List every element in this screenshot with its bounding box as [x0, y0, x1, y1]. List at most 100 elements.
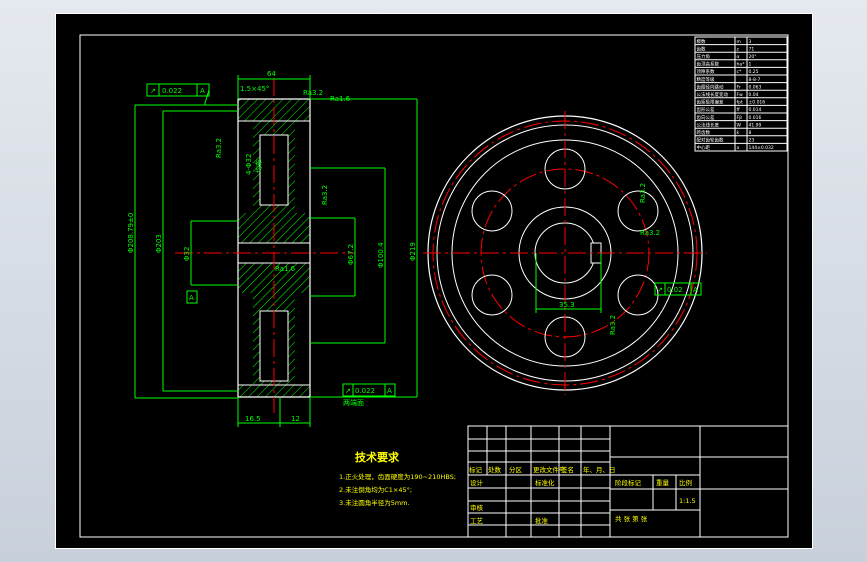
tolerance-value: 0.02 [667, 286, 683, 294]
param-cell: 0.063 [749, 84, 762, 90]
param-cell: α [737, 55, 740, 60]
param-cell: 0.016 [749, 115, 762, 121]
param-cell: 齿圈径向跳动 [697, 83, 724, 90]
param-cell: 精度等级 [697, 76, 715, 83]
param-cell: 跨齿数 [697, 129, 711, 136]
param-cell: Fβ [737, 115, 743, 121]
bottom-dim-left: 16.5 [245, 415, 261, 423]
param-cell: Fw [737, 92, 744, 98]
param-cell: ha* [737, 62, 746, 68]
outer-dim-right: Φ219 [409, 242, 417, 261]
scale-value: 1:1.5 [679, 497, 696, 505]
web-note: Ra3.2 [215, 138, 223, 158]
top-width-dim: 64 [267, 70, 276, 78]
outer-dim-2: Φ203 [155, 234, 163, 253]
chamfer-note: 1.5×45° [240, 85, 269, 93]
roughness-hole: Ra3.2 [639, 183, 647, 203]
param-cell: 3 [749, 39, 752, 45]
hub-dim: Φ67.2 [347, 244, 355, 265]
roughness-side: Ra3.2 [609, 315, 617, 335]
param-cell: 齿数 [697, 45, 706, 52]
tech-req-item-3: 3.未注圆角半径为5mm. [339, 498, 410, 507]
parameter-table: 模数 m 3 齿数 z 71 压力角 α 20° 齿顶高系数 ha* 1 顶隙系数 c* 0.25 精度等级 8… [694, 36, 788, 152]
param-cell: W [737, 122, 742, 128]
param-cell: z [737, 47, 740, 52]
tech-req-item-1: 1.正火处理，齿面硬度为190~210HBS; [339, 472, 456, 481]
param-cell: 0.25 [749, 69, 759, 75]
keyway-dim: 35.3 [559, 301, 575, 309]
param-cell: 公法线长度变动 [697, 91, 729, 98]
approve-label: 批准 [535, 516, 549, 525]
scale-label: 比例 [679, 478, 692, 487]
roughness-key: Ra3.2 [640, 229, 660, 237]
svg-text:↗: ↗ [150, 87, 156, 95]
hole-note: 均布 [254, 159, 263, 173]
param-cell: k [737, 130, 740, 136]
hole-dim: 4-Φ32 [245, 154, 253, 175]
standard-label: 标准化 [535, 478, 555, 487]
title-header-cell: 年、月、日 [583, 465, 616, 474]
technical-requirements: 技术要求 1.正火处理，齿面硬度为190~210HBS; 2.未注倒角均为C1×… [339, 450, 456, 507]
param-cell: c* [737, 69, 742, 75]
param-cell: a [737, 146, 740, 151]
gear-drawing: 64 1.5×45° Ra1.6 Ra3.2 ↗ 0.022 A Φ208.79… [55, 13, 813, 549]
datum-bottom: A [387, 387, 392, 395]
param-cell: 模数 [697, 38, 706, 45]
param-cell: 0.04 [749, 92, 759, 98]
param-cell: 8-8-7 [749, 77, 761, 83]
title-block: 标记 处数 分区 更改文件号签名 年、月、日 设计 标准化 审核 工艺 批准 阶段标记 … [467, 425, 789, 538]
param-cell: 144±0.032 [749, 145, 774, 151]
param-cell: 中心距 [697, 144, 711, 151]
param-cell: 齿距极限偏差 [697, 99, 724, 106]
datum-left: A [200, 87, 205, 95]
bottom-dim-right: 12 [291, 415, 300, 423]
param-cell: 齿形公差 [697, 106, 715, 113]
tech-req-title: 技术要求 [355, 450, 400, 464]
param-cell: 公法线长度 [697, 121, 720, 128]
title-header-cell: 标记 [469, 465, 483, 474]
param-cell: m [737, 40, 741, 45]
svg-text:↗: ↗ [657, 286, 663, 294]
title-header-row: 标记 处数 分区 更改文件号签名 年、月、日 [469, 465, 616, 474]
roughness-top: Ra3.2 [303, 89, 323, 97]
tech-req-item-2: 2.未注倒角均为C1×45°; [339, 485, 412, 494]
bore-dim: Φ32 [183, 247, 191, 261]
title-header-cell: 分区 [509, 465, 523, 474]
param-cell: Fr [737, 84, 741, 90]
hole-pitch-circle [480, 168, 650, 338]
section-view: 64 1.5×45° Ra1.6 Ra3.2 ↗ 0.022 A Φ208.79… [127, 70, 418, 427]
title-header-cell: 处数 [488, 465, 502, 474]
param-cell: 8 [749, 130, 752, 136]
tolerance-datum: A [693, 286, 698, 294]
drawing-canvas[interactable]: 64 1.5×45° Ra1.6 Ra3.2 ↗ 0.022 A Φ208.79… [55, 13, 813, 549]
process-label: 工艺 [470, 517, 484, 525]
review-label: 审核 [470, 503, 484, 512]
stage-label: 阶段标记 [615, 478, 642, 487]
param-cell: 23 [749, 138, 755, 144]
hub-outer-dim: Φ100.4 [377, 242, 385, 268]
param-cell: ff [737, 107, 741, 113]
param-cell: 0.014 [749, 107, 762, 113]
param-cell: 配对齿轮齿数 [697, 137, 724, 144]
param-cell: ±0.016 [749, 100, 766, 106]
param-cell: 压力角 [697, 53, 711, 60]
front-view: 35.3 Ra3.2 Ra3.2 Ra3.2 ↗ 0.02 A [423, 111, 707, 395]
weight-label: 重量 [656, 479, 670, 487]
geometric-tolerance-bottom: 0.022 [355, 387, 375, 395]
design-label: 设计 [470, 478, 484, 487]
param-cell: 齿向公差 [697, 114, 715, 121]
param-cell: 顶隙系数 [697, 68, 715, 75]
outer-dim-left: Φ208.79±0 [127, 213, 135, 253]
roughness-mid: Ra3.2 [321, 185, 329, 205]
title-header-cell: 签名 [561, 465, 574, 474]
param-cell: 20° [749, 54, 757, 60]
svg-text:↗: ↗ [345, 387, 351, 395]
param-cell: 71 [749, 46, 755, 52]
hole-upper-right [617, 190, 659, 232]
roughness-bore: Ra1.6 [275, 265, 296, 273]
param-cell: 齿顶高系数 [697, 61, 720, 68]
sheet-text: 共 张 第 张 [615, 514, 648, 523]
cad-window: 64 1.5×45° Ra1.6 Ra3.2 ↗ 0.022 A Φ208.79… [0, 0, 867, 562]
param-cell: 41.99 [749, 122, 762, 128]
param-cell: 1 [749, 62, 752, 68]
